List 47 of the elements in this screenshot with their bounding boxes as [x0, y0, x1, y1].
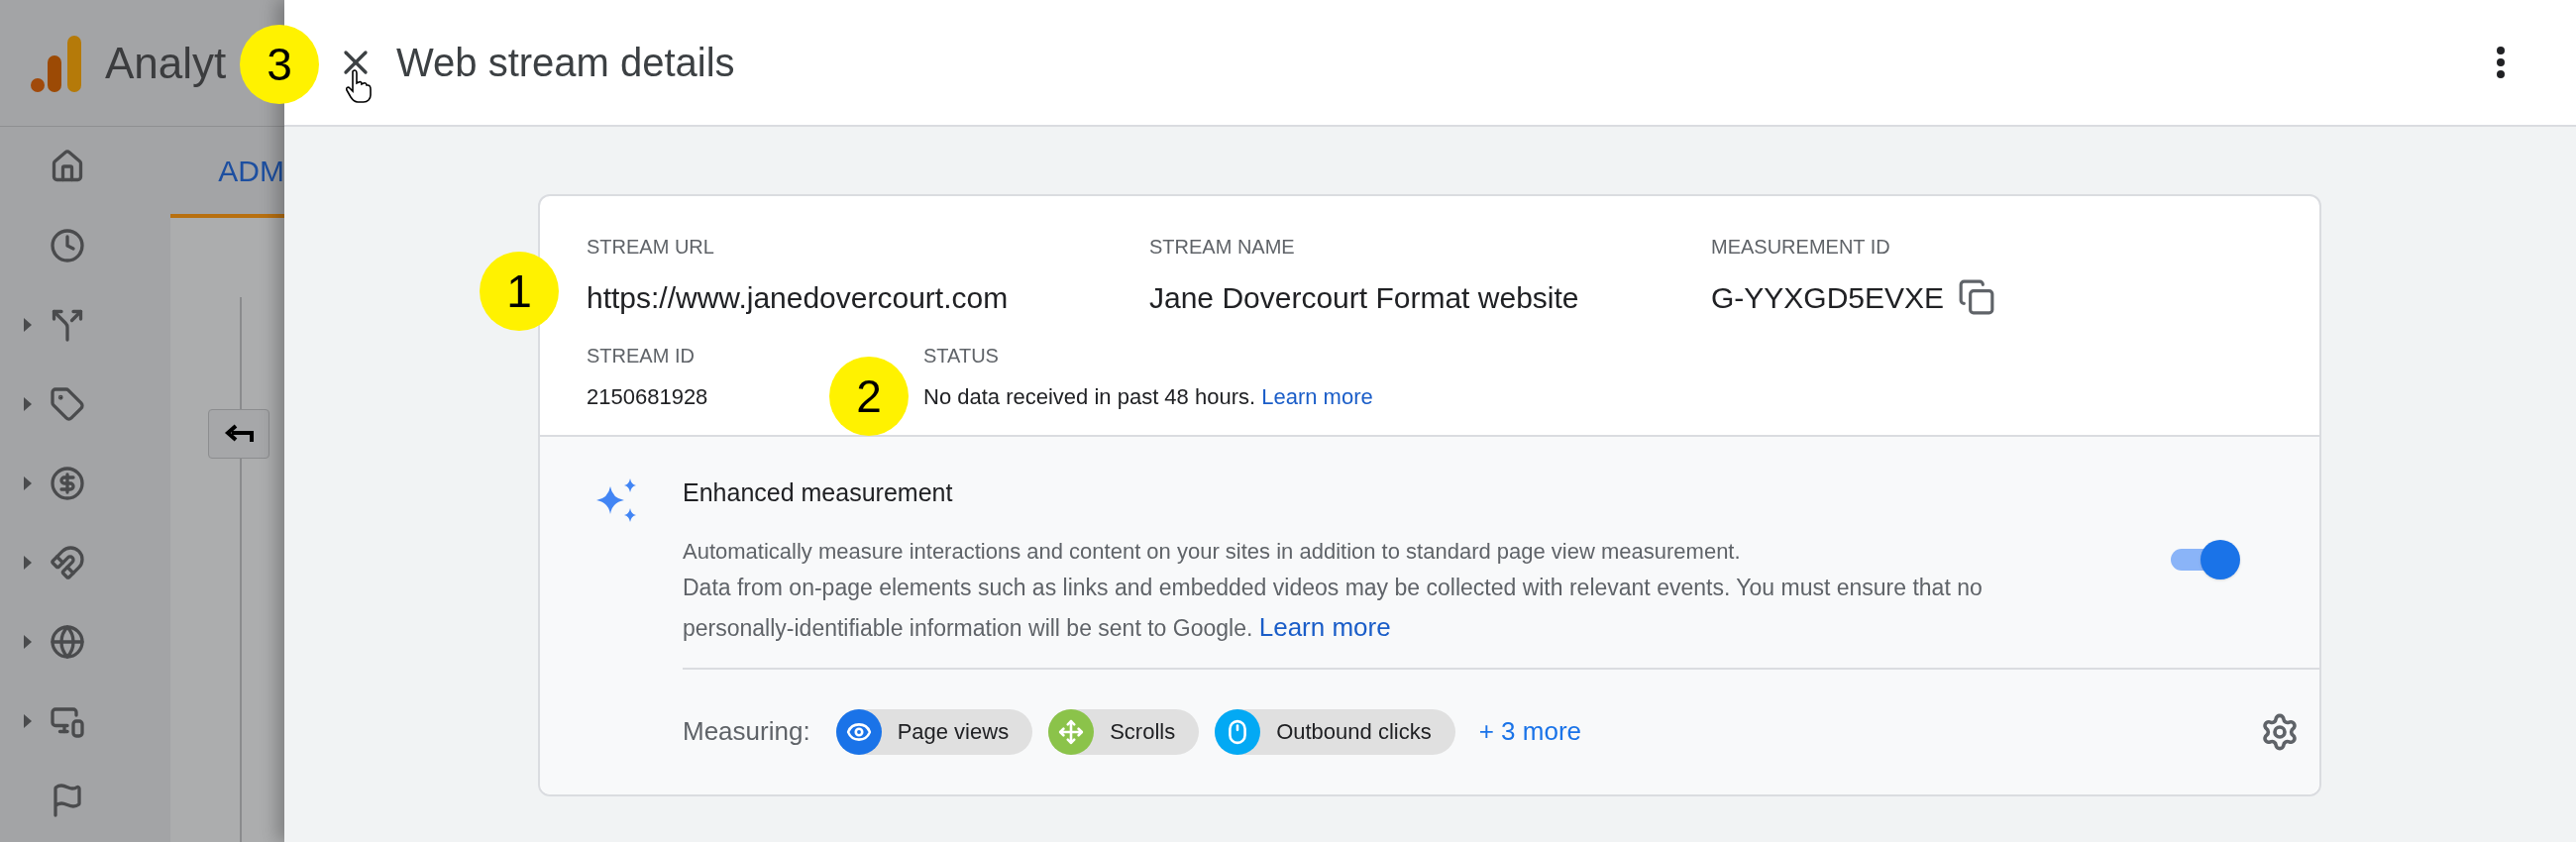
- caret-icon[interactable]: [24, 635, 32, 649]
- section-title: Enhanced measurement: [683, 477, 954, 508]
- tag-icon[interactable]: [50, 386, 85, 422]
- home-icon[interactable]: [50, 149, 85, 184]
- field-label: STREAM ID: [587, 344, 696, 368]
- caret-icon[interactable]: [24, 556, 32, 570]
- app-name: Analyt: [105, 37, 227, 89]
- magnet-icon[interactable]: [50, 545, 85, 580]
- field-value: 2150681928: [587, 383, 708, 411]
- hand-cursor-icon: [346, 69, 372, 103]
- caret-icon[interactable]: [24, 714, 32, 728]
- field-value: G-YYXGD5EVXE: [1711, 279, 1945, 316]
- arrows-icon: [1058, 718, 1085, 745]
- step-number: 1: [480, 252, 559, 331]
- dollar-icon[interactable]: [50, 466, 85, 501]
- more-link[interactable]: + 3 more: [1478, 712, 1581, 751]
- field-label: STREAM URL: [587, 235, 715, 260]
- caret-icon[interactable]: [24, 397, 32, 411]
- copy-icon: [1958, 278, 1996, 316]
- learn-more-link[interactable]: Learn more: [1258, 611, 1391, 642]
- field-value: Jane Dovercourt Format website: [1149, 279, 1579, 316]
- clock-icon[interactable]: [50, 228, 85, 263]
- field-label: STATUS: [923, 344, 1000, 368]
- back-button[interactable]: [208, 409, 270, 459]
- return-arrow-icon: [224, 424, 255, 444]
- step-number: 2: [829, 357, 909, 436]
- settings-icon: [2260, 711, 2300, 752]
- field-label: MEASUREMENT ID: [1711, 235, 1891, 260]
- event-chip[interactable]: Outbound clicks: [1215, 708, 1455, 755]
- panel-title: Web stream details: [396, 40, 735, 86]
- caret-icon[interactable]: [24, 318, 32, 332]
- measuring-label: Measuring:: [683, 715, 810, 748]
- event-chip[interactable]: Scrolls: [1048, 708, 1200, 755]
- copy-button[interactable]: [1958, 278, 1996, 316]
- fork-icon[interactable]: [50, 307, 85, 343]
- description-text: Automatically measure interactions and content on your sites in addition to standard page view measurement.: [683, 537, 1742, 566]
- event-chip[interactable]: Page views: [835, 708, 1033, 755]
- more-options-icon: [2497, 47, 2505, 78]
- globe-icon[interactable]: [50, 624, 85, 660]
- caret-icon[interactable]: [24, 476, 32, 490]
- status-text: No data received in past 48 hours. Learn more: [923, 383, 1373, 411]
- settings-button[interactable]: [2260, 711, 2300, 752]
- learn-more-link[interactable]: Learn more: [1261, 384, 1373, 409]
- bar-chart-logo: [30, 33, 83, 93]
- field-value: https://www.janedovercourt.com: [587, 279, 1009, 316]
- field-label: STREAM NAME: [1149, 235, 1296, 260]
- privacy-notice: Data from on-page elements such as links and embedded videos may be collected with relevant events. You must ensure that no personally-identifiable information will be sent to Google. Learn more: [683, 573, 1984, 644]
